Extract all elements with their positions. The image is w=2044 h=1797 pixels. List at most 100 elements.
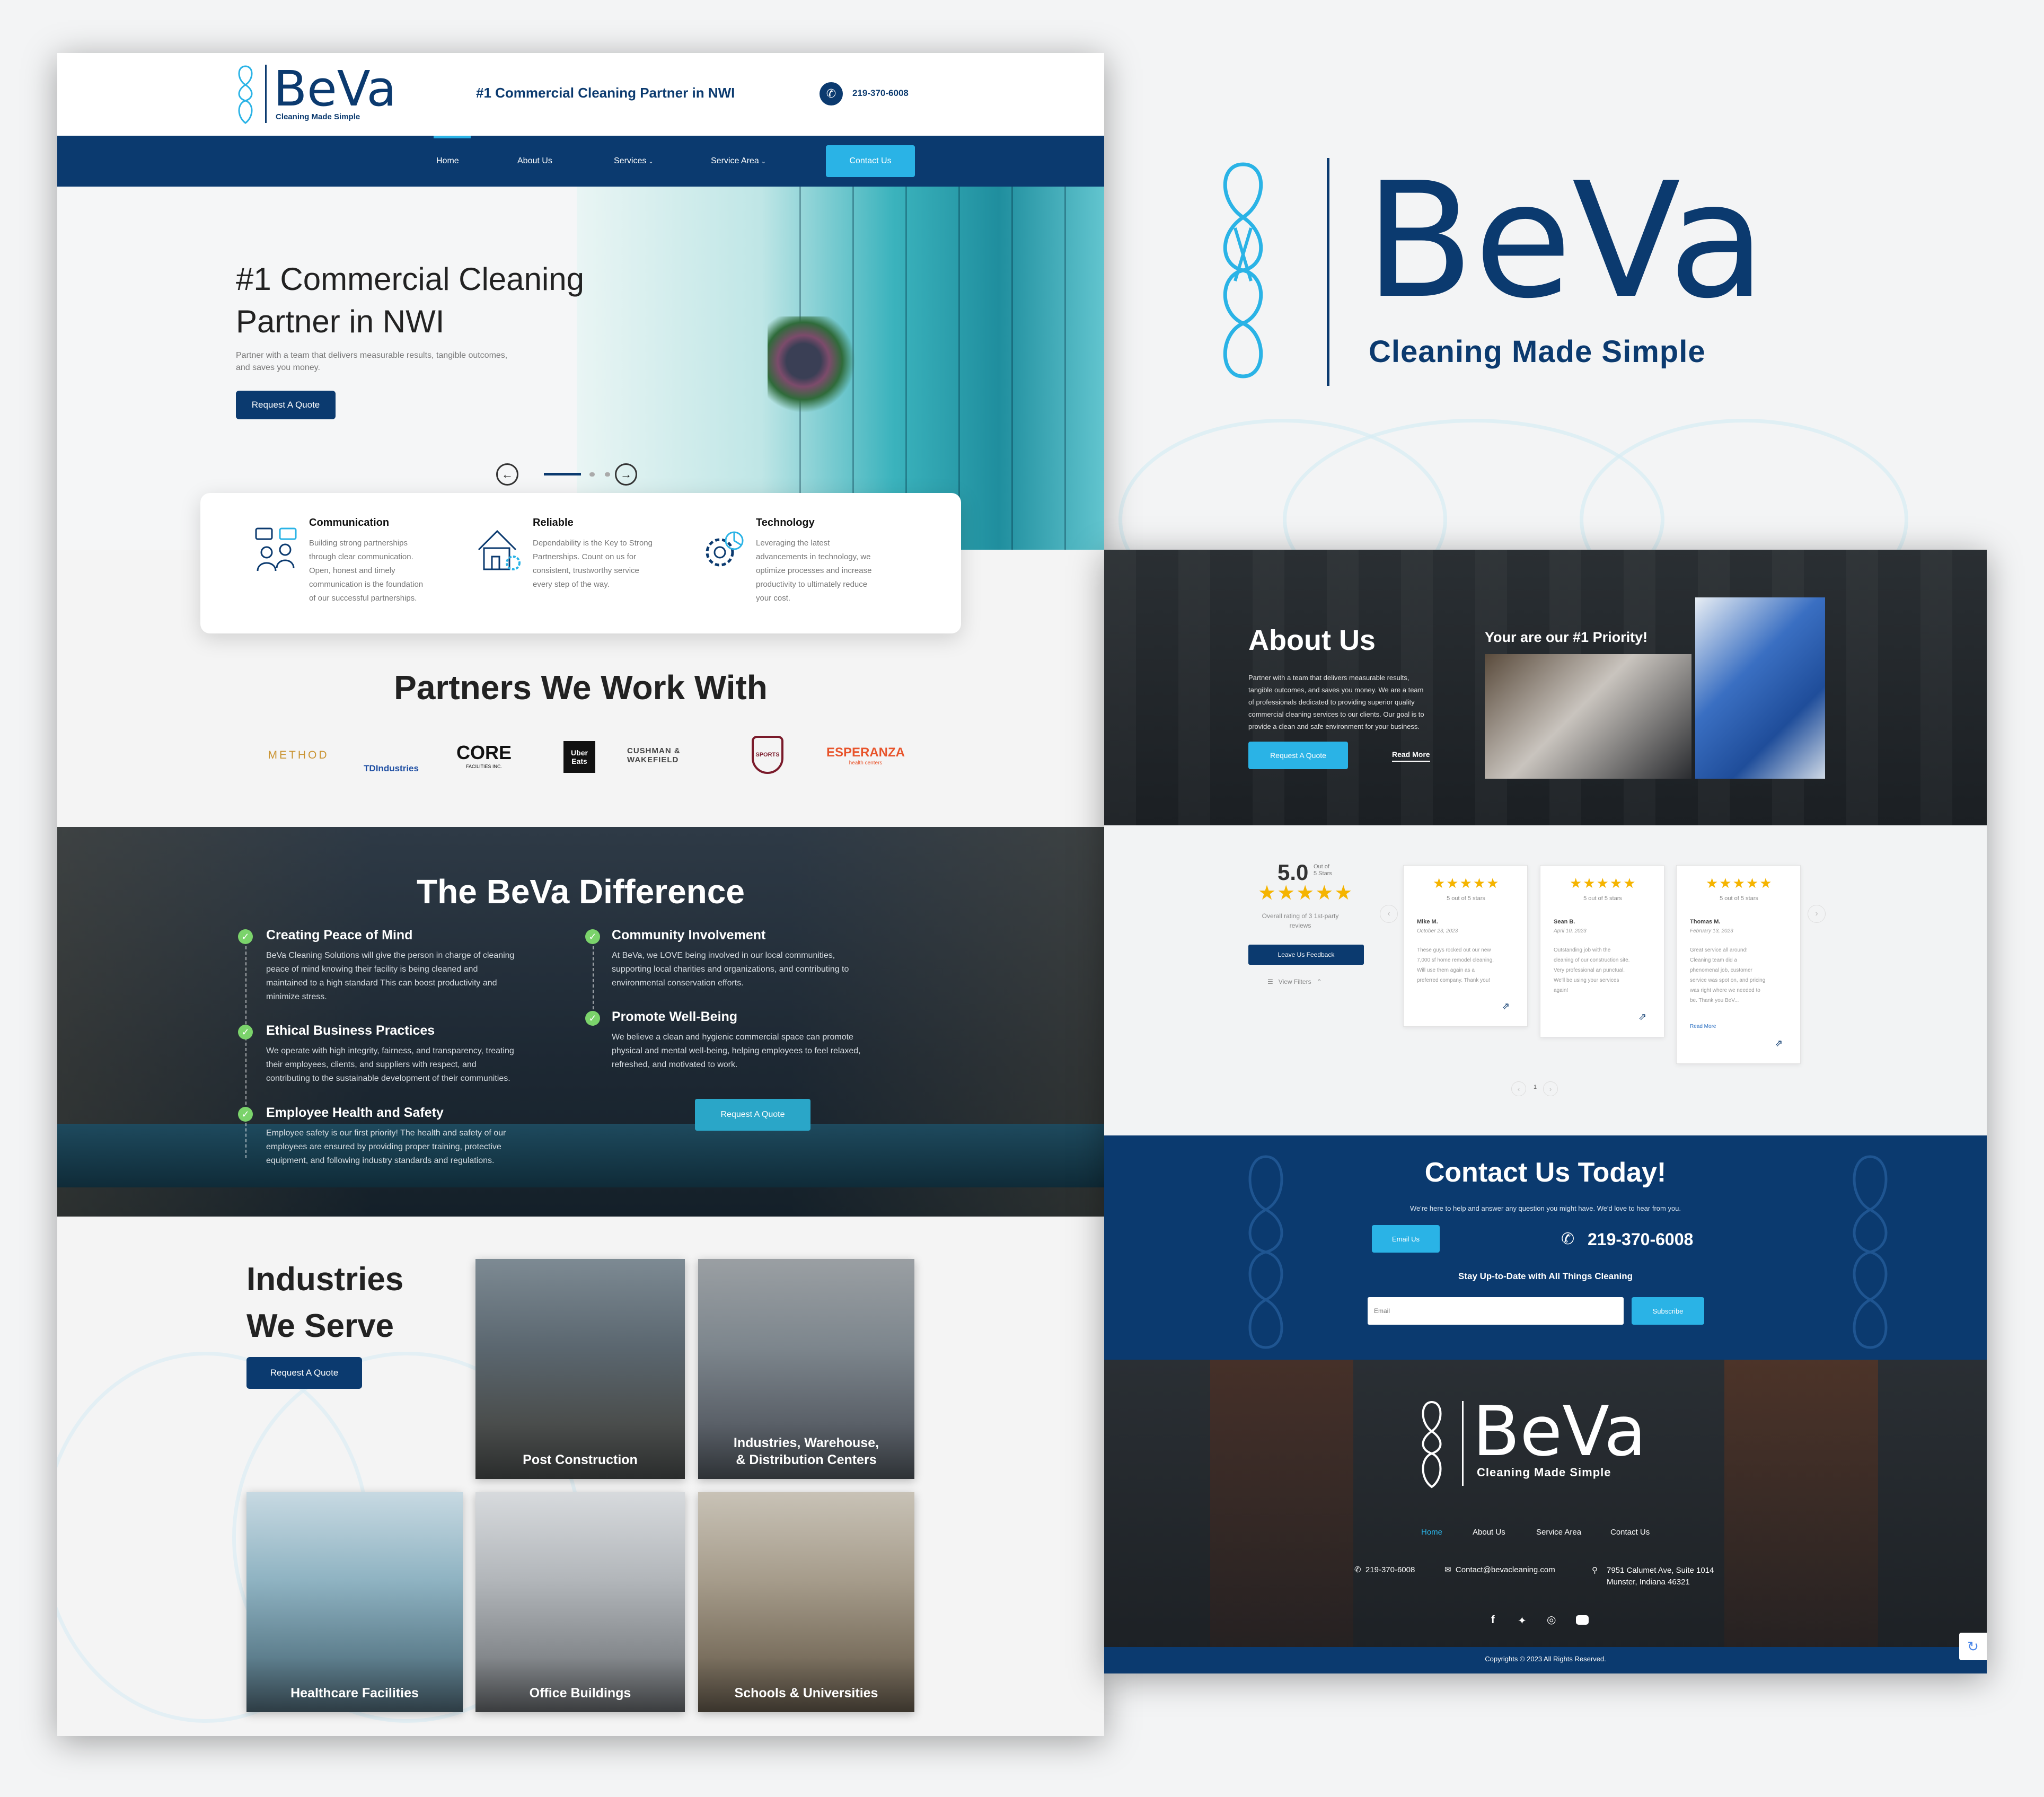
industry-tile-post-construction[interactable]: Post Construction — [475, 1259, 685, 1479]
slider-dot-active[interactable] — [544, 473, 581, 475]
hero-request-quote-button[interactable]: Request A Quote — [236, 391, 336, 419]
logo-divider — [1327, 158, 1329, 386]
review-line: We'll be using your services — [1554, 977, 1619, 983]
footer-phone[interactable]: ✆ 219-370-6008 — [1354, 1565, 1415, 1574]
about-line: tangible outcomes, and saves you money. … — [1248, 686, 1424, 694]
newsletter-email-input[interactable] — [1368, 1297, 1624, 1325]
review-line: Cleaning team did a — [1690, 957, 1737, 963]
reviews-prev-arrow-icon[interactable]: ‹ — [1380, 905, 1398, 923]
difference-line: supporting local charities and organizat… — [612, 965, 849, 974]
pagination-page[interactable]: 1 — [1534, 1084, 1537, 1090]
industry-label-line: Industries, Warehouse, — [733, 1435, 879, 1450]
contact-phone[interactable]: 219-370-6008 — [1588, 1230, 1693, 1249]
address-line: 7951 Calumet Ave, Suite 1014 — [1607, 1566, 1714, 1575]
brand-name: BeVa — [1365, 148, 1766, 333]
review-line: 7,000 sf home remodel cleaning. — [1417, 957, 1494, 963]
industry-tile-warehouse[interactable]: Industries, Warehouse, & Distribution Cen… — [698, 1259, 914, 1479]
industry-tile-office[interactable]: Office Buildings — [475, 1492, 685, 1712]
feature-line: communication is the foundation — [309, 580, 424, 589]
about-request-quote-button[interactable]: Request A Quote — [1248, 742, 1348, 769]
feature-line: Building strong partnerships — [309, 539, 408, 548]
inner-page-screenshot: About Us Partner with a team that delive… — [1104, 550, 1987, 1673]
chevron-up-icon: ⌃ — [1316, 978, 1322, 985]
footer-nav-service-area[interactable]: Service Area — [1536, 1528, 1581, 1537]
share-icon[interactable]: ⇗ — [1775, 1038, 1783, 1049]
difference-request-quote-button[interactable]: Request A Quote — [695, 1099, 810, 1131]
about-line: commercial cleaning services to our clie… — [1248, 710, 1424, 718]
chevron-down-icon: ⌄ — [761, 158, 766, 165]
review-line: Very professional an punctual. — [1554, 967, 1625, 973]
feature-line: through clear communication. — [309, 552, 413, 561]
industries-request-quote-button[interactable]: Request A Quote — [246, 1357, 362, 1389]
difference-item-title: Employee Health and Safety — [266, 1105, 444, 1120]
review-card: ★★★★★ 5 out of 5 stars Thomas M. Februar… — [1676, 865, 1801, 1064]
difference-item-text: We operate with high integrity, fairness… — [266, 1044, 514, 1086]
slider-dot[interactable] — [605, 472, 610, 477]
view-filters-label: View Filters — [1278, 978, 1311, 985]
review-text: Outstanding job with the cleaning of our … — [1554, 945, 1629, 996]
overall-stars: ★★★★★ — [1258, 882, 1354, 904]
review-text: Great service all around! Cleaning team d… — [1690, 945, 1765, 1006]
difference-line: peace of mind knowing their facility is … — [266, 965, 478, 974]
nav-service-area[interactable]: Service Area ⌄ — [711, 136, 766, 187]
footer-email[interactable]: ✉ Contact@bevacleaning.com — [1444, 1565, 1555, 1574]
youtube-icon[interactable] — [1576, 1615, 1589, 1625]
logo-icon — [238, 65, 253, 124]
industries-title-line: Industries — [246, 1261, 404, 1298]
twitter-icon[interactable]: ✦ — [1518, 1614, 1527, 1627]
slider-dot[interactable] — [589, 472, 595, 477]
check-icon: ✓ — [585, 1011, 600, 1026]
nav-services[interactable]: Services ⌄ — [614, 136, 654, 187]
share-icon[interactable]: ⇗ — [1502, 1001, 1510, 1012]
difference-title: The BeVa Difference — [417, 873, 745, 911]
check-icon: ✓ — [238, 1025, 253, 1040]
recaptcha-badge-icon[interactable]: ↻ — [1959, 1633, 1987, 1660]
address-line: Munster, Indiana 46321 — [1607, 1578, 1690, 1587]
nav-contact-button[interactable]: Contact Us — [826, 145, 915, 177]
facebook-icon[interactable]: f — [1491, 1614, 1495, 1626]
instagram-icon[interactable]: ◎ — [1547, 1613, 1556, 1626]
review-line: Outstanding job with the — [1554, 947, 1611, 953]
about-read-more-link[interactable]: Read More — [1392, 750, 1430, 762]
arrow-right-icon[interactable]: → — [615, 463, 637, 486]
footer-nav-contact-us[interactable]: Contact Us — [1610, 1528, 1650, 1537]
review-line: be. Thank you BeV... — [1690, 998, 1739, 1003]
difference-item-text: BeVa Cleaning Solutions will give the pe… — [266, 949, 514, 1004]
pagination-prev-icon[interactable]: ‹ — [1511, 1081, 1526, 1096]
site-logo-text[interactable]: BeVa — [274, 63, 397, 116]
industry-tile-healthcare[interactable]: Healthcare Facilities — [246, 1492, 463, 1712]
feature-line: advancements in technology, we — [756, 552, 871, 561]
subscribe-button[interactable]: Subscribe — [1632, 1297, 1704, 1325]
reviews-next-arrow-icon[interactable]: › — [1808, 905, 1826, 923]
share-icon[interactable]: ⇗ — [1638, 1011, 1646, 1023]
feature-text: Leveraging the latest advancements in tec… — [756, 536, 871, 605]
view-filters-toggle[interactable]: ☰ View Filters ⌃ — [1267, 978, 1322, 985]
footer-logo-text[interactable]: BeVa — [1473, 1394, 1646, 1468]
footer-logo-icon — [1422, 1400, 1442, 1488]
about-line: Partner with a team that delivers measur… — [1248, 674, 1409, 682]
contact-subtitle: We're here to help and answer any questi… — [1409, 1204, 1681, 1212]
building-lift-image — [1695, 597, 1825, 779]
footer-nav-home[interactable]: Home — [1421, 1528, 1442, 1537]
pagination-next-icon[interactable]: › — [1543, 1081, 1558, 1096]
logo-divider — [265, 65, 267, 123]
industry-tile-schools[interactable]: Schools & Universities — [698, 1492, 914, 1712]
arrow-left-icon[interactable]: ← — [496, 463, 518, 486]
partner-logo-tdindustries: TDIndustries — [364, 763, 419, 773]
footer-nav-about-us[interactable]: About Us — [1473, 1528, 1505, 1537]
feature-line: every step of the way. — [533, 580, 610, 589]
difference-item-text: We believe a clean and hygienic commerci… — [612, 1030, 861, 1072]
leave-feedback-button[interactable]: Leave Us Feedback — [1248, 945, 1364, 965]
industry-label-line: Post Construction — [523, 1452, 638, 1467]
check-icon: ✓ — [585, 929, 600, 944]
difference-line: equipment, and following industry standa… — [266, 1156, 495, 1165]
review-read-more-link[interactable]: Read More — [1690, 1024, 1716, 1029]
communication-icon — [255, 527, 297, 571]
nav-about-us[interactable]: About Us — [517, 136, 552, 187]
nav-home[interactable]: Home — [436, 136, 459, 187]
site-header: BeVa Cleaning Made Simple #1 Commercial … — [57, 53, 1104, 136]
email-us-button[interactable]: Email Us — [1372, 1225, 1440, 1253]
newsletter-heading: Stay Up-to-Date with All Things Cleaning — [1458, 1271, 1633, 1281]
header-phone[interactable]: 219-370-6008 — [852, 88, 909, 99]
feature-text: Building strong partnerships through clea… — [309, 536, 423, 605]
